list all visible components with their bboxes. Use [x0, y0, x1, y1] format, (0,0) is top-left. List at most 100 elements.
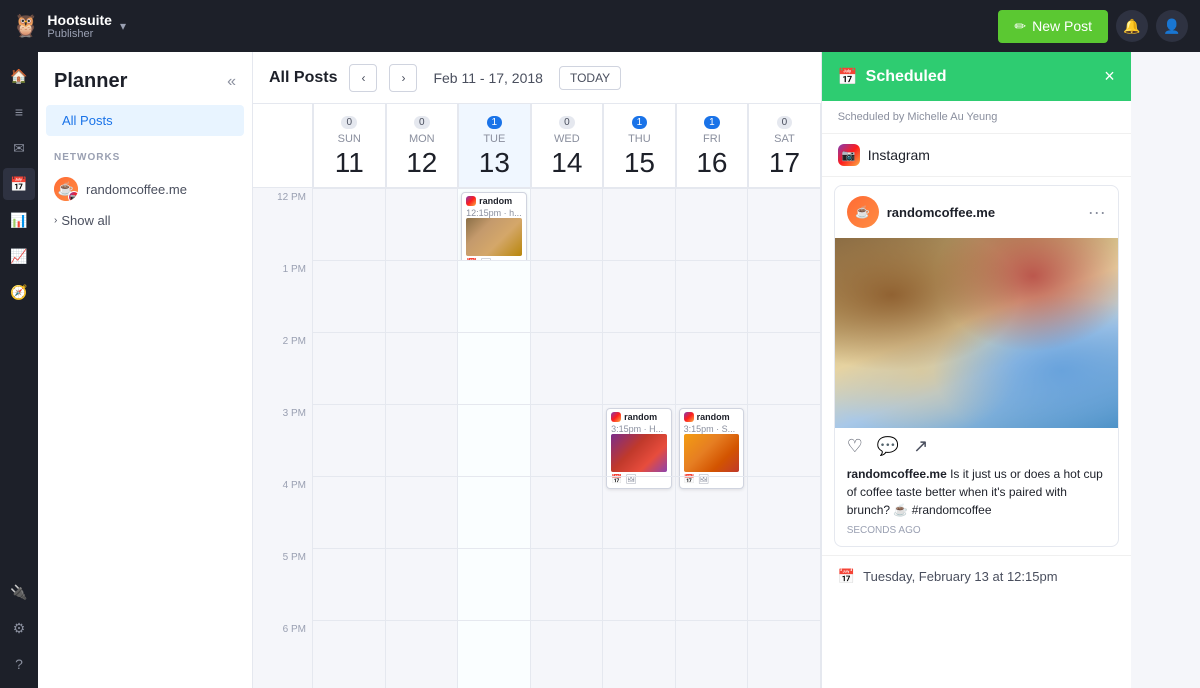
cal-header-sat: 0 Sat 17 [748, 104, 821, 187]
sidebar-icon-settings[interactable]: ⚙ [3, 612, 35, 644]
scheduled-date-icon: 📅 [838, 568, 855, 585]
cell-tue-2[interactable] [458, 332, 531, 404]
cell-mon-6[interactable] [386, 620, 459, 688]
new-post-button[interactable]: ✏ New Post [998, 10, 1108, 43]
comment-button[interactable]: 💬 [877, 436, 899, 457]
fri-badge: 1 [704, 116, 720, 129]
post-more-options-button[interactable]: ··· [1088, 202, 1106, 223]
cell-tue-6[interactable] [458, 620, 531, 688]
cell-thu-6[interactable] [603, 620, 676, 688]
show-all-button[interactable]: › Show all [38, 207, 252, 234]
cell-fri-5[interactable] [676, 548, 749, 620]
cell-fri-3[interactable]: random 3:15pm · S... 📅 🖼 [676, 404, 749, 476]
sidebar: 🏠 ≡ ✉ 📅 📊 📈 🧭 🔌 ⚙ ? [0, 52, 38, 688]
time-6pm: 6 PM [253, 620, 313, 688]
cal-header-sun: 0 Sun 11 [313, 104, 386, 187]
cell-mon-3[interactable] [386, 404, 459, 476]
cell-fri-1[interactable] [676, 260, 749, 332]
cell-wed-6[interactable] [531, 620, 604, 688]
post-detail-card[interactable]: ☕ randomcoffee.me ··· ♡ 💬 ↗ randomcoffee… [834, 185, 1119, 547]
sidebar-icon-stream[interactable]: ≡ [3, 96, 35, 128]
post-caption: randomcoffee.me Is it just us or does a … [835, 465, 1118, 525]
cell-wed-12[interactable] [531, 188, 604, 260]
cell-mon-1[interactable] [386, 260, 459, 332]
prev-week-button[interactable]: ‹ [349, 64, 377, 92]
sidebar-icon-help[interactable]: ? [3, 648, 35, 680]
post-detail-user: ☕ randomcoffee.me [847, 196, 995, 228]
cell-tue-3[interactable] [458, 404, 531, 476]
user-avatar[interactable]: 👤 [1156, 10, 1188, 42]
mon-badge: 0 [414, 116, 430, 129]
cell-sat-4[interactable] [748, 476, 821, 548]
cell-wed-2[interactable] [531, 332, 604, 404]
calendar-container: 0 Sun 11 0 Mon 12 1 Tue 13 0 Wed 14 [253, 104, 821, 688]
tue-badge: 1 [487, 116, 503, 129]
sidebar-icon-compose[interactable]: ✉ [3, 132, 35, 164]
instagram-section: 📷 Instagram [822, 134, 1131, 177]
cell-fri-12[interactable] [676, 188, 749, 260]
scheduled-date-text: Tuesday, February 13 at 12:15pm [863, 569, 1057, 584]
post-timestamp: SECONDS AGO [835, 525, 1118, 546]
cell-sun-4[interactable] [313, 476, 386, 548]
cell-tue-1[interactable] [458, 260, 531, 332]
cell-fri-4[interactable] [676, 476, 749, 548]
cell-thu-2[interactable] [603, 332, 676, 404]
sidebar-icon-analytics[interactable]: 📊 [3, 204, 35, 236]
today-button[interactable]: TODAY [559, 66, 621, 90]
cell-thu-3[interactable]: random 3:15pm · H... 📅 🖼 [603, 404, 676, 476]
cell-mon-5[interactable] [386, 548, 459, 620]
sat-badge: 0 [777, 116, 793, 129]
cell-thu-4[interactable] [603, 476, 676, 548]
cell-mon-12[interactable] [386, 188, 459, 260]
cell-sun-3[interactable] [313, 404, 386, 476]
cell-tue-4[interactable] [458, 476, 531, 548]
cell-mon-4[interactable] [386, 476, 459, 548]
cell-sat-3[interactable] [748, 404, 821, 476]
cal-header-thu: 1 Thu 15 [603, 104, 676, 187]
cell-mon-2[interactable] [386, 332, 459, 404]
cell-sun-12[interactable] [313, 188, 386, 260]
time-2pm: 2 PM [253, 332, 313, 404]
cell-fri-6[interactable] [676, 620, 749, 688]
share-button[interactable]: ↗ [913, 436, 928, 457]
cell-wed-1[interactable] [531, 260, 604, 332]
cell-sun-6[interactable] [313, 620, 386, 688]
cell-sat-5[interactable] [748, 548, 821, 620]
chevron-right-icon: › [54, 215, 57, 226]
cell-wed-4[interactable] [531, 476, 604, 548]
close-panel-button[interactable]: × [1104, 66, 1115, 87]
nav-all-posts[interactable]: All Posts [46, 105, 244, 136]
cell-sat-6[interactable] [748, 620, 821, 688]
notifications-button[interactable]: 🔔 [1116, 10, 1148, 42]
cell-sat-2[interactable] [748, 332, 821, 404]
app-name: Hootsuite [47, 12, 112, 28]
sidebar-icon-home[interactable]: 🏠 [3, 60, 35, 92]
cell-sun-5[interactable] [313, 548, 386, 620]
sidebar-icon-calendar[interactable]: 📅 [3, 168, 35, 200]
app-subtitle: Publisher [47, 28, 112, 40]
cal-header-mon: 0 Mon 12 [386, 104, 459, 187]
cell-sat-1[interactable] [748, 260, 821, 332]
cell-wed-3[interactable] [531, 404, 604, 476]
like-button[interactable]: ♡ [847, 436, 863, 457]
cell-wed-5[interactable] [531, 548, 604, 620]
app-logo: 🦉 Hootsuite Publisher ▾ [12, 12, 126, 40]
thu-badge: 1 [632, 116, 648, 129]
sidebar-icon-puzzle[interactable]: 🔌 [3, 576, 35, 608]
cell-thu-12[interactable] [603, 188, 676, 260]
collapse-button[interactable]: « [227, 73, 236, 91]
sidebar-icon-compass[interactable]: 🧭 [3, 276, 35, 308]
cell-sun-2[interactable] [313, 332, 386, 404]
cell-thu-1[interactable] [603, 260, 676, 332]
cell-tue-5[interactable] [458, 548, 531, 620]
dropdown-arrow-icon[interactable]: ▾ [120, 19, 126, 33]
owl-icon: 🦉 [12, 13, 39, 39]
sidebar-icon-insights[interactable]: 📈 [3, 240, 35, 272]
cell-fri-2[interactable] [676, 332, 749, 404]
cell-thu-5[interactable] [603, 548, 676, 620]
network-item-randomcoffee[interactable]: ☕ 📷 randomcoffee.me [38, 171, 252, 207]
cell-tue-12[interactable]: random 12:15pm · h... 📅 🖼 [458, 188, 531, 260]
cell-sat-12[interactable] [748, 188, 821, 260]
next-week-button[interactable]: › [389, 64, 417, 92]
cell-sun-1[interactable] [313, 260, 386, 332]
